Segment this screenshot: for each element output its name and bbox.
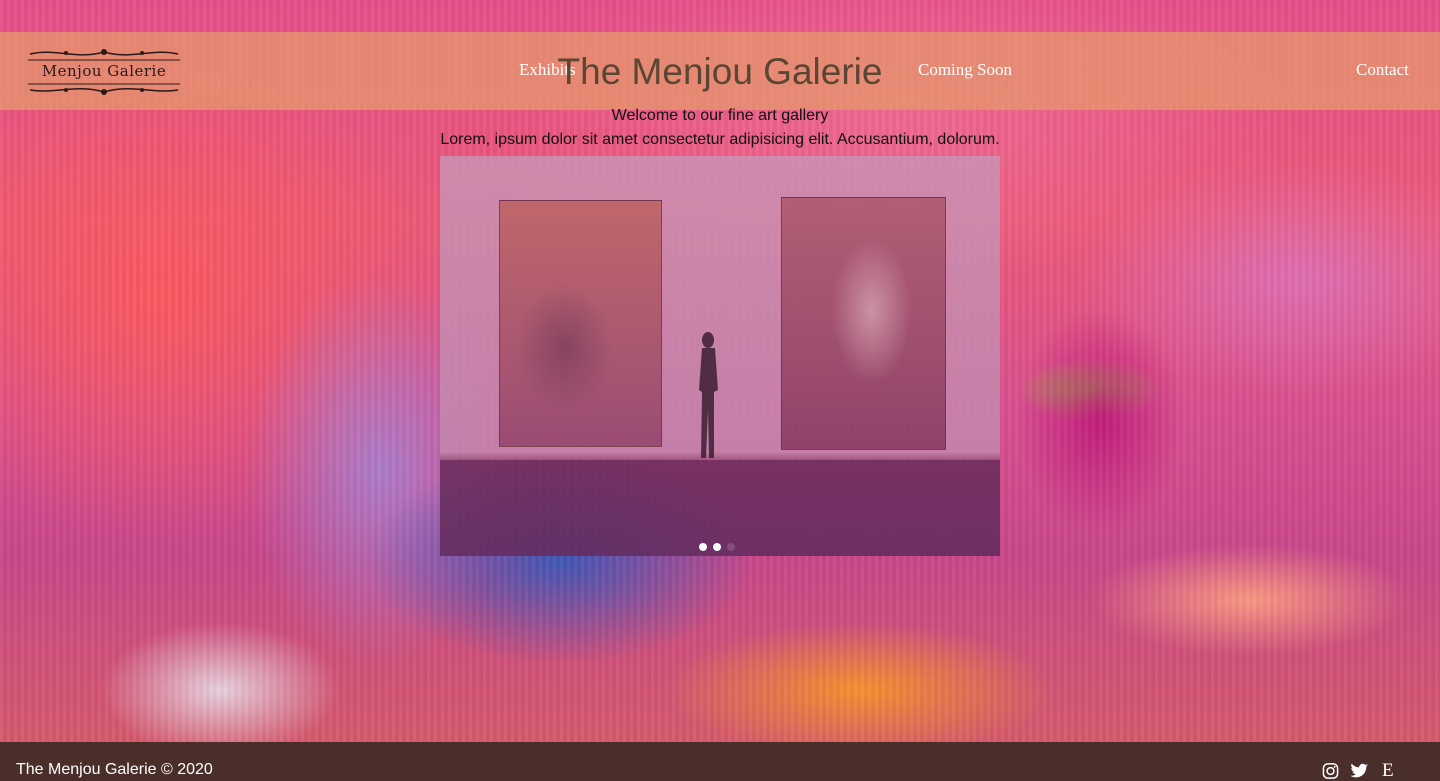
- carousel-dot-3[interactable]: [727, 543, 735, 551]
- painting-left: [499, 200, 662, 447]
- etsy-icon[interactable]: E: [1382, 761, 1398, 780]
- logo[interactable]: Menjou Galerie: [26, 46, 182, 96]
- twitter-icon[interactable]: [1350, 762, 1369, 780]
- site-title: The Menjou Galerie: [557, 51, 883, 92]
- navbar: Menjou Galerie Exhibits The Menjou Galer…: [0, 32, 1440, 110]
- carousel-dot-2[interactable]: [713, 543, 721, 551]
- logo-text: Menjou Galerie: [41, 62, 167, 80]
- painting-right: [781, 197, 946, 450]
- gallery-carousel[interactable]: [440, 156, 1000, 556]
- copyright-text: The Menjou Galerie © 2020: [16, 761, 213, 778]
- welcome-text: Welcome to our fine art gallery: [611, 107, 829, 124]
- nav-exhibits[interactable]: Exhibits: [519, 60, 576, 80]
- nav-coming-soon[interactable]: Coming Soon: [918, 60, 1012, 80]
- visitor-figure: [699, 332, 718, 458]
- instagram-icon[interactable]: [1322, 762, 1339, 780]
- nav-contact[interactable]: Contact: [1356, 60, 1409, 80]
- carousel-indicators: [699, 538, 741, 551]
- intro-paragraph: Lorem, ipsum dolor sit amet consectetur …: [440, 131, 1000, 148]
- footer: The Menjou Galerie © 2020 E: [0, 742, 1440, 781]
- carousel-dot-1[interactable]: [699, 543, 707, 551]
